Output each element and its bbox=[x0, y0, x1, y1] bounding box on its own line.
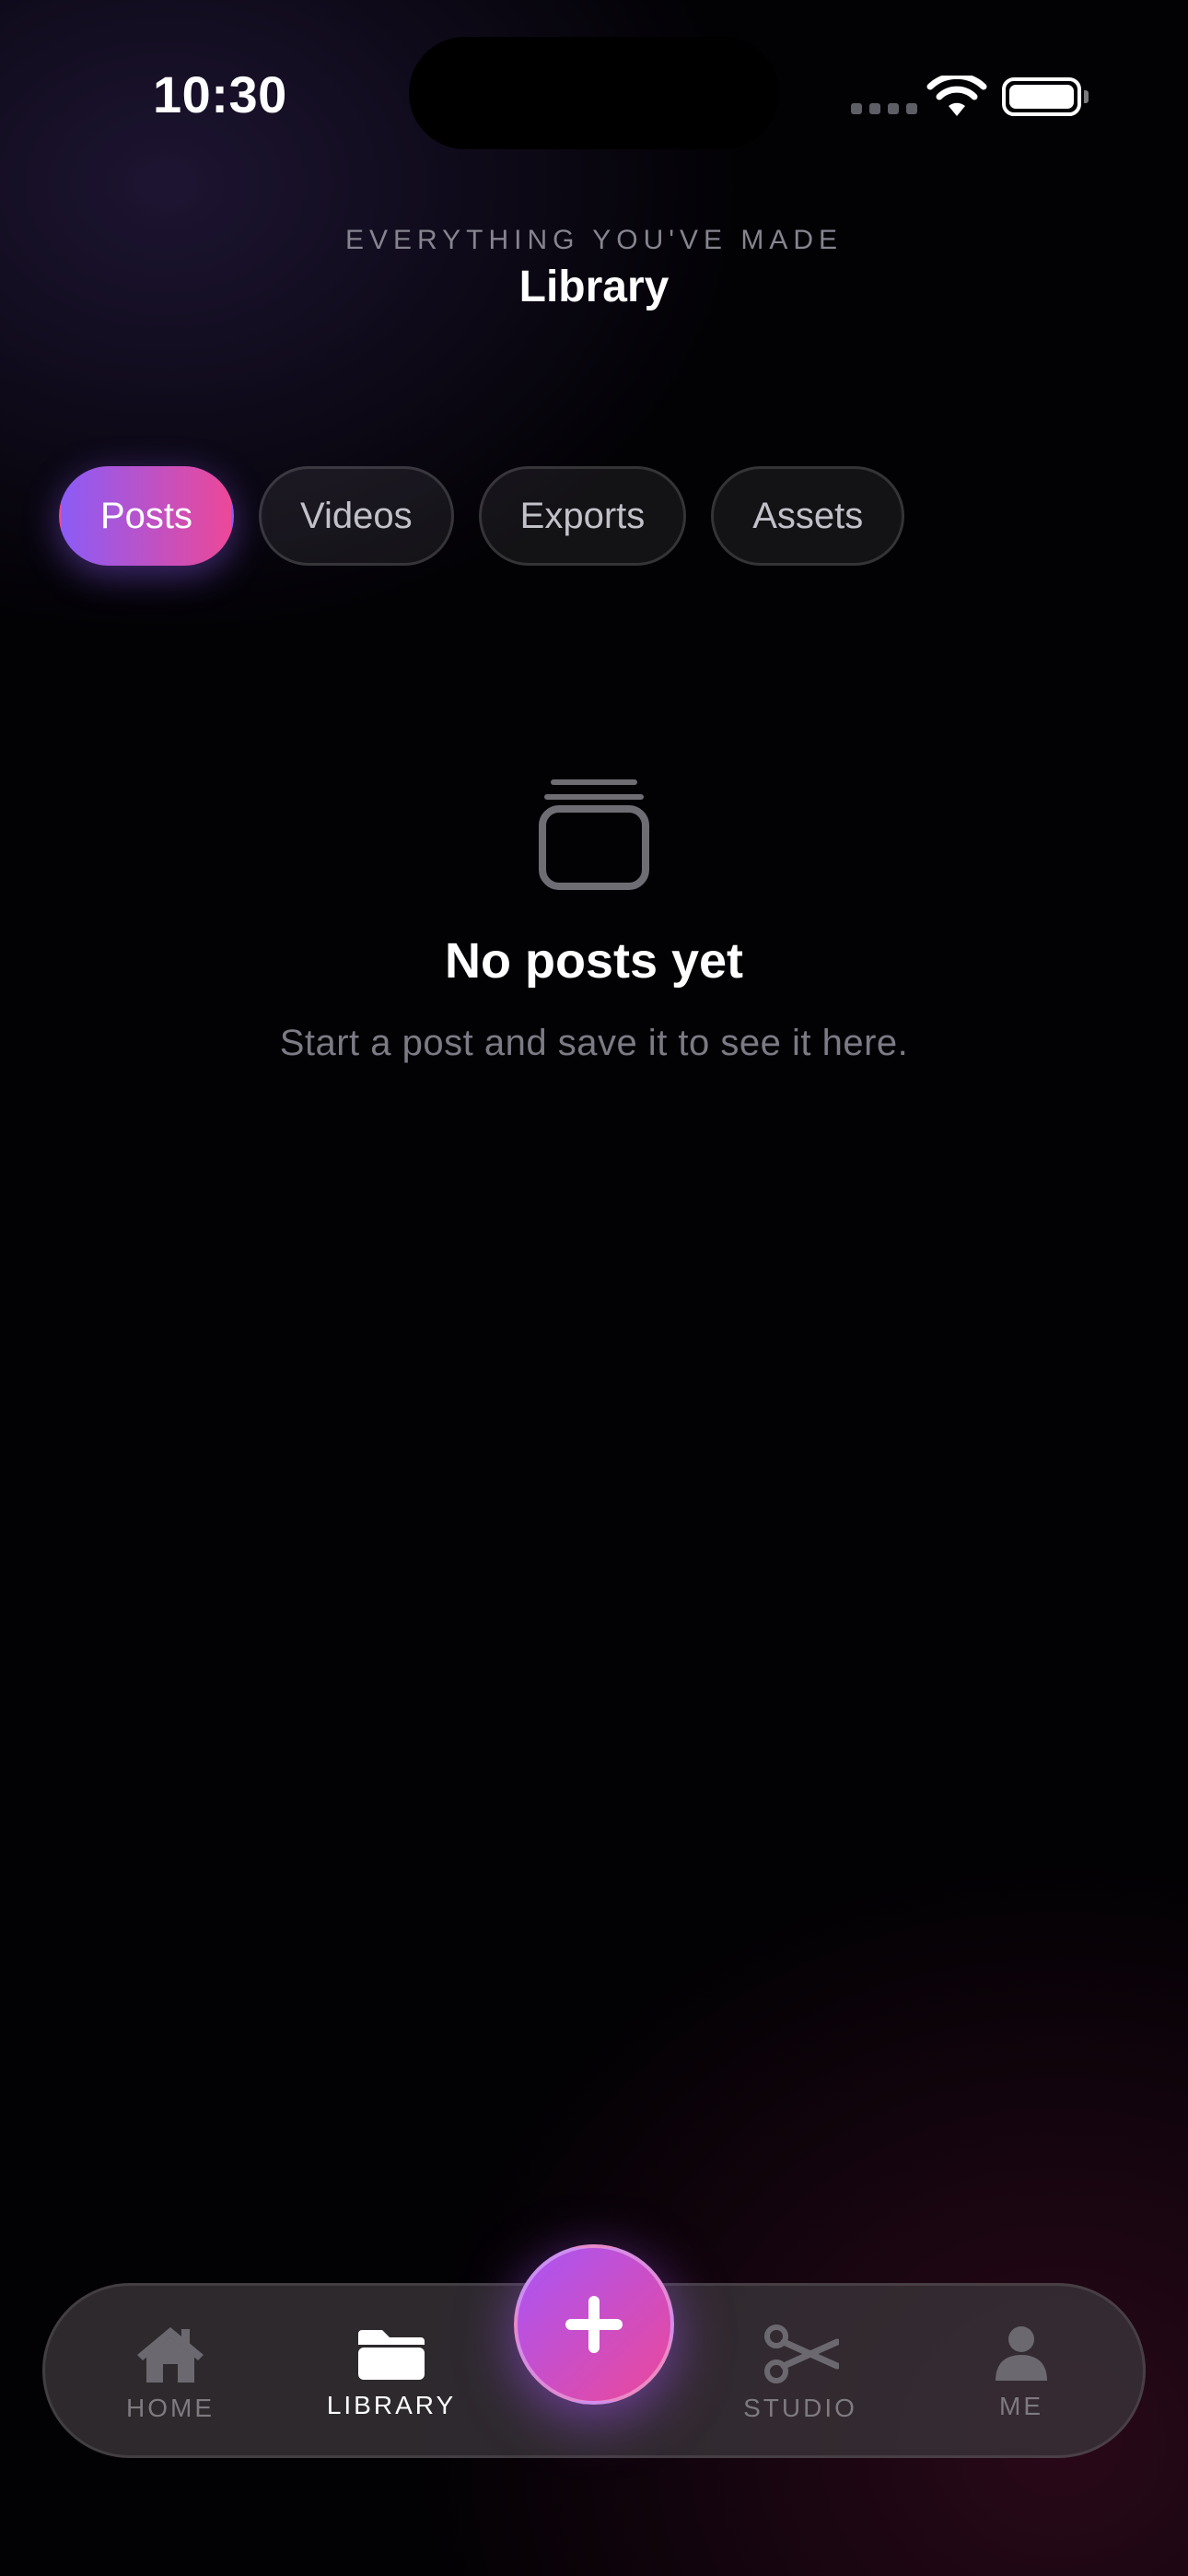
dynamic-island bbox=[409, 37, 779, 149]
library-screen: 10:30 EVERYTHING YOU'VE MADE Library Pos… bbox=[0, 0, 1188, 2576]
stack-icon bbox=[539, 779, 649, 890]
wifi-icon bbox=[926, 76, 987, 116]
empty-state-subtitle: Start a post and save it to see it here. bbox=[279, 1023, 909, 1063]
cellular-signal-icon bbox=[851, 103, 917, 114]
tab-posts[interactable]: Posts bbox=[59, 466, 235, 566]
battery-icon bbox=[1002, 77, 1089, 116]
nav-item-me[interactable]: ME bbox=[929, 2286, 1113, 2461]
scissors-icon bbox=[764, 2324, 839, 2383]
library-tabs: Posts Videos Exports Assets bbox=[59, 466, 905, 566]
nav-item-library[interactable]: LIBRARY bbox=[299, 2286, 483, 2461]
nav-label-home: HOME bbox=[126, 2394, 215, 2422]
status-time: 10:30 bbox=[153, 65, 287, 123]
plus-icon bbox=[565, 2296, 623, 2353]
create-button[interactable] bbox=[514, 2244, 674, 2405]
page-title: Library bbox=[518, 263, 670, 311]
person-icon bbox=[996, 2326, 1047, 2381]
empty-state-title: No posts yet bbox=[444, 933, 744, 989]
nav-label-library: LIBRARY bbox=[326, 2391, 457, 2419]
tab-assets[interactable]: Assets bbox=[711, 466, 905, 566]
nav-item-home[interactable]: HOME bbox=[78, 2286, 262, 2461]
page-eyebrow: EVERYTHING YOU'VE MADE bbox=[344, 225, 844, 255]
nav-label-studio: STUDIO bbox=[743, 2394, 857, 2422]
nav-item-studio[interactable]: STUDIO bbox=[708, 2286, 892, 2461]
nav-label-me: ME bbox=[999, 2392, 1043, 2420]
folder-icon bbox=[358, 2330, 425, 2380]
tab-videos[interactable]: Videos bbox=[259, 466, 454, 566]
house-icon bbox=[137, 2327, 204, 2383]
tab-exports[interactable]: Exports bbox=[478, 466, 687, 566]
